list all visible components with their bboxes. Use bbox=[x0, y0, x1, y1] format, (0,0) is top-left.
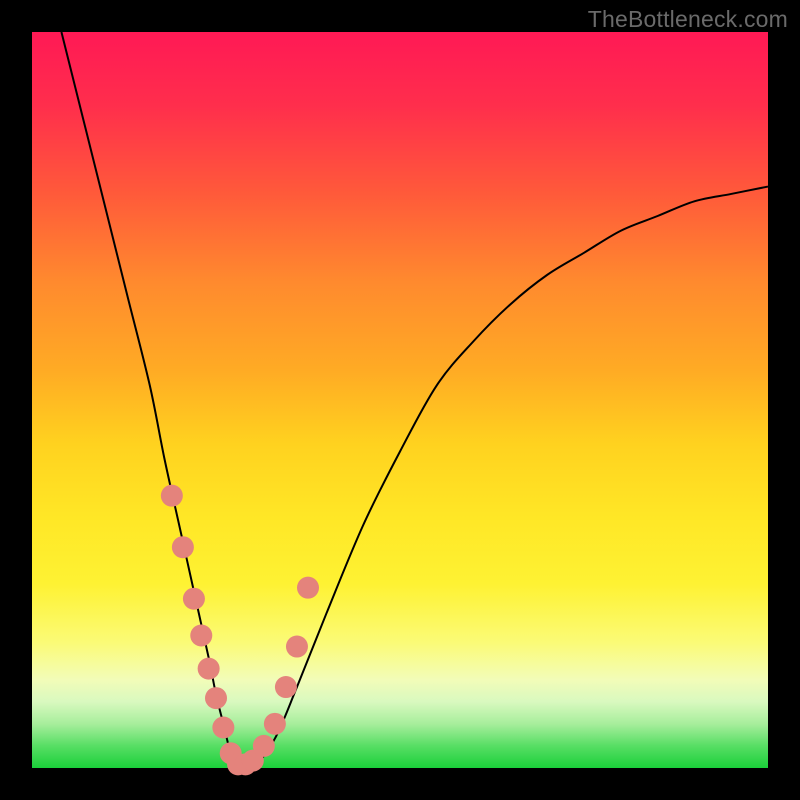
chart-outer-frame: TheBottleneck.com bbox=[0, 0, 800, 800]
chart-svg-layer bbox=[32, 32, 768, 768]
sample-point bbox=[264, 713, 286, 735]
marker-group bbox=[161, 485, 319, 776]
sample-point bbox=[286, 636, 308, 658]
sample-point bbox=[297, 577, 319, 599]
sample-point bbox=[161, 485, 183, 507]
watermark-text: TheBottleneck.com bbox=[588, 6, 788, 33]
sample-point bbox=[183, 588, 205, 610]
sample-point bbox=[275, 676, 297, 698]
curve-group bbox=[61, 32, 768, 771]
sample-point bbox=[212, 717, 234, 739]
sample-point bbox=[172, 536, 194, 558]
chart-plot-area bbox=[32, 32, 768, 768]
sample-point bbox=[253, 735, 275, 757]
sample-point bbox=[190, 625, 212, 647]
bottleneck-curve bbox=[61, 32, 768, 771]
sample-point bbox=[205, 687, 227, 709]
sample-point bbox=[198, 658, 220, 680]
